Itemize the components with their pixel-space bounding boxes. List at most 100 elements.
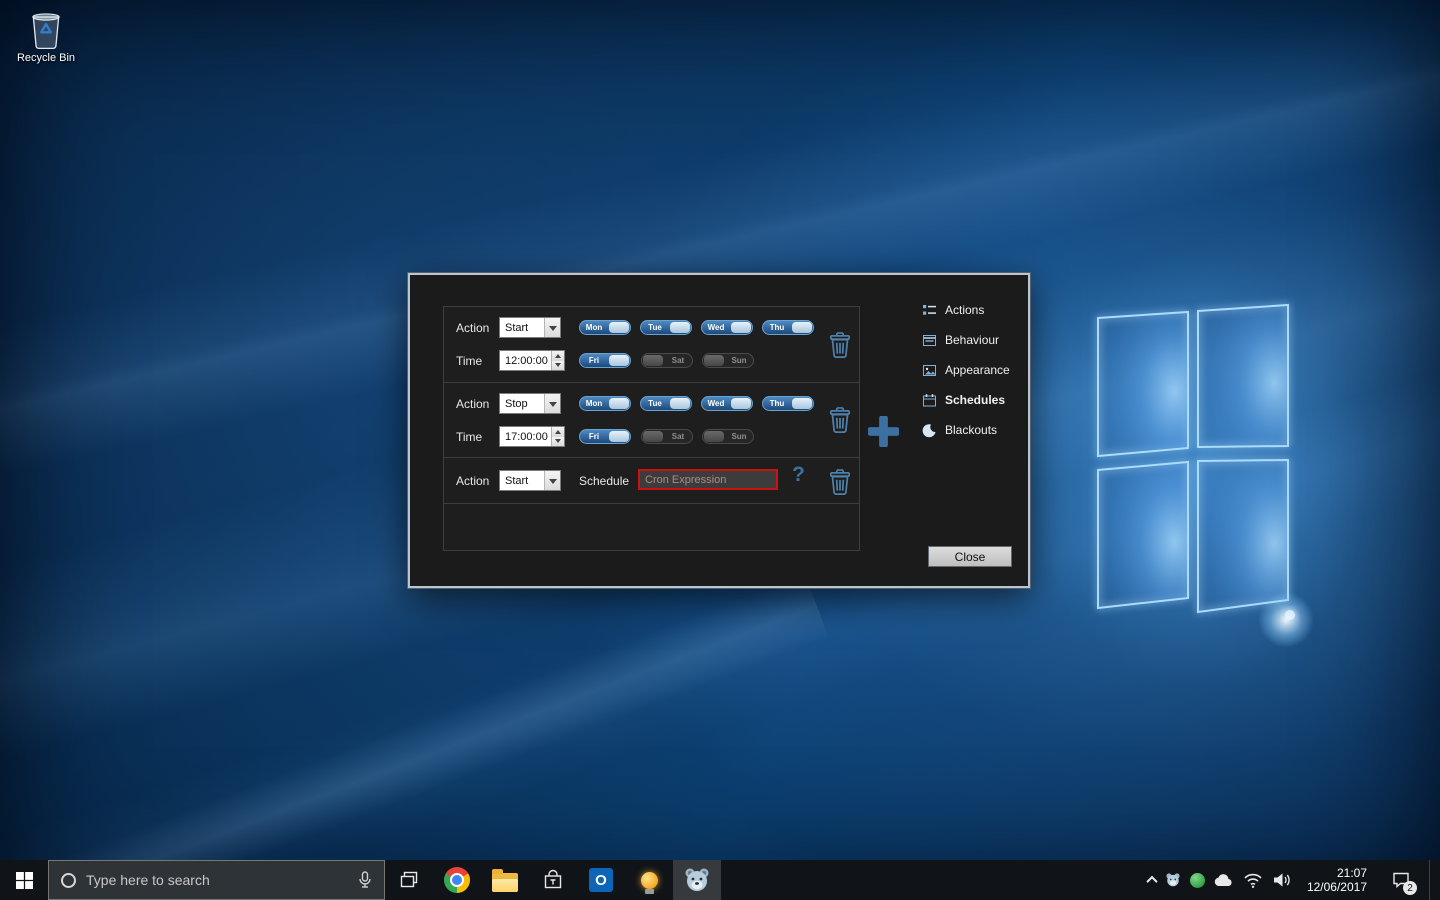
day-toggle-tue[interactable]: Tue: [640, 320, 692, 335]
green-app-icon: [1190, 873, 1205, 888]
action-select-value: Start: [500, 471, 544, 490]
action-label: Action: [456, 397, 489, 411]
chevron-down-icon[interactable]: [544, 471, 560, 490]
menu-item-actions[interactable]: Actions: [922, 295, 1028, 325]
trash-icon: [828, 331, 852, 359]
day-toggle-mon[interactable]: Mon: [579, 320, 631, 335]
behaviour-icon: [922, 333, 937, 348]
task-view-button[interactable]: [385, 860, 433, 900]
spin-up-icon[interactable]: [552, 351, 564, 361]
day-toggle-thu[interactable]: Thu: [762, 396, 814, 411]
time-input[interactable]: 17:00:00: [499, 426, 565, 447]
spin-down-icon[interactable]: [552, 437, 564, 447]
toggle-knob: [609, 431, 629, 442]
trash-icon: [828, 468, 852, 496]
volume-icon: [1272, 872, 1292, 888]
day-toggle-label: Fri: [580, 356, 608, 365]
clock-time: 21:07: [1307, 866, 1367, 880]
day-toggle-sun[interactable]: Sun: [702, 429, 754, 444]
toggle-knob: [643, 355, 663, 366]
tray-bear-app[interactable]: [1165, 860, 1181, 900]
delete-schedule-button[interactable]: [828, 406, 852, 434]
microphone-icon[interactable]: [358, 871, 372, 889]
close-button[interactable]: Close: [928, 546, 1012, 567]
day-toggle-fri[interactable]: Fri: [579, 429, 631, 444]
toggle-knob: [704, 431, 724, 442]
action-select[interactable]: Start: [499, 470, 561, 491]
toggle-knob: [792, 398, 812, 409]
hidden-icons-button[interactable]: [1148, 860, 1156, 900]
time-label: Time: [456, 354, 482, 368]
menu-item-schedules[interactable]: Schedules: [922, 385, 1028, 415]
schedule-row-cron: Action Start Schedule ?: [444, 458, 859, 504]
day-toggle-fri[interactable]: Fri: [579, 353, 631, 368]
day-toggle-label: Thu: [763, 323, 791, 332]
action-select-value: Stop: [500, 394, 544, 413]
day-toggle-sat[interactable]: Sat: [641, 429, 693, 444]
start-button[interactable]: [0, 860, 48, 900]
system-tray: 21:07 12/06/2017 2: [1148, 860, 1440, 900]
action-select[interactable]: Stop: [499, 393, 561, 414]
day-toggle-label: Sat: [664, 356, 692, 365]
day-toggle-wed[interactable]: Wed: [701, 396, 753, 411]
taskbar-store[interactable]: [529, 860, 577, 900]
taskbar-file-explorer[interactable]: [481, 860, 529, 900]
day-toggle-label: Sat: [664, 432, 692, 441]
taskbar-scheduler-app-active[interactable]: [673, 860, 721, 900]
menu-item-appearance[interactable]: Appearance: [922, 355, 1028, 385]
action-select-value: Start: [500, 318, 544, 337]
tray-volume[interactable]: [1272, 860, 1292, 900]
day-toggle-thu[interactable]: Thu: [762, 320, 814, 335]
time-label: Time: [456, 430, 482, 444]
menu-item-label: Actions: [945, 303, 984, 317]
schedules-list: Action Start Mon Tue Wed Thu Time 12:00:…: [443, 306, 860, 551]
day-toggle-sat[interactable]: Sat: [641, 353, 693, 368]
day-toggle-mon[interactable]: Mon: [579, 396, 631, 411]
day-toggle-wed[interactable]: Wed: [701, 320, 753, 335]
cloud-icon: [1214, 873, 1234, 887]
taskbar-lightbulb-app[interactable]: [625, 860, 673, 900]
day-toggle-label: Tue: [641, 399, 669, 408]
action-center-button[interactable]: 2: [1382, 860, 1420, 900]
taskbar-chrome[interactable]: [433, 860, 481, 900]
taskbar-outlook[interactable]: O: [577, 860, 625, 900]
tray-green-app[interactable]: [1190, 860, 1205, 900]
taskbar-search[interactable]: Type here to search: [48, 860, 385, 900]
spin-down-icon[interactable]: [552, 361, 564, 371]
menu-item-behaviour[interactable]: Behaviour: [922, 325, 1028, 355]
taskbar: Type here to search O: [0, 860, 1440, 900]
show-desktop-button[interactable]: [1429, 860, 1436, 900]
close-button-label: Close: [955, 550, 986, 564]
toggle-knob: [609, 398, 629, 409]
appearance-icon: [922, 363, 937, 378]
task-view-icon: [399, 870, 419, 890]
cron-expression-input[interactable]: [638, 469, 778, 490]
day-toggle-label: Sun: [725, 432, 753, 441]
plus-icon: [868, 416, 899, 447]
bear-tray-icon: [1165, 872, 1181, 888]
tray-onedrive[interactable]: [1214, 860, 1234, 900]
delete-schedule-button[interactable]: [828, 468, 852, 496]
time-input[interactable]: 12:00:00: [499, 350, 565, 371]
day-toggle-sun[interactable]: Sun: [702, 353, 754, 368]
blackouts-icon: [922, 423, 937, 438]
help-button[interactable]: ?: [792, 463, 805, 487]
clock-date: 12/06/2017: [1307, 880, 1367, 894]
day-toggle-tue[interactable]: Tue: [640, 396, 692, 411]
action-select[interactable]: Start: [499, 317, 561, 338]
chevron-down-icon[interactable]: [544, 394, 560, 413]
actions-icon: [922, 303, 937, 318]
settings-menu: Actions Behaviour Appearance: [922, 295, 1028, 445]
delete-schedule-button[interactable]: [828, 331, 852, 359]
outlook-icon: O: [589, 868, 613, 892]
menu-item-blackouts[interactable]: Blackouts: [922, 415, 1028, 445]
tray-network[interactable]: [1243, 860, 1263, 900]
day-toggle-label: Fri: [580, 432, 608, 441]
taskbar-clock[interactable]: 21:07 12/06/2017: [1301, 866, 1373, 894]
spin-up-icon[interactable]: [552, 427, 564, 437]
schedule-label: Schedule: [579, 474, 629, 488]
chevron-down-icon[interactable]: [544, 318, 560, 337]
add-schedule-button[interactable]: [868, 416, 899, 447]
toggle-knob: [731, 322, 751, 333]
recycle-bin[interactable]: Recycle Bin: [8, 6, 84, 64]
